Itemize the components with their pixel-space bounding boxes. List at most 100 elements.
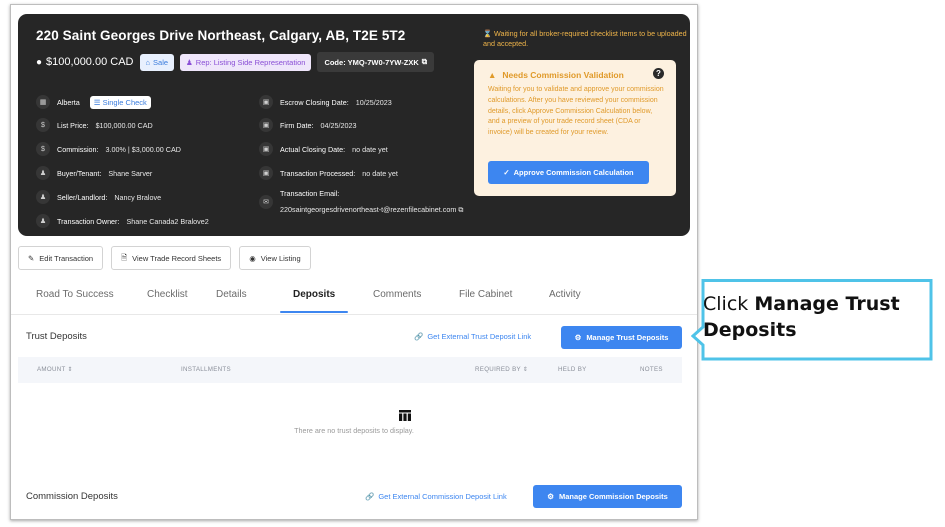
tab-details[interactable]: Details xyxy=(216,289,247,300)
commission-deposit-link[interactable]: 🔗 Get External Commission Deposit Link xyxy=(365,492,507,501)
person-icon: ♟ xyxy=(36,166,50,180)
info-actual-closing: ▣ Actual Closing Date: no date yet xyxy=(259,142,388,156)
state-label: Alberta xyxy=(57,97,80,107)
link-icon: 🔗 xyxy=(365,492,375,501)
check-icon: ✓ xyxy=(503,168,510,177)
info-owner: ♟ Transaction Owner: Shane Canada2 Bralo… xyxy=(36,214,209,228)
tab-road-to-success[interactable]: Road To Success xyxy=(36,289,114,300)
link-icon: 🔗 xyxy=(414,332,424,341)
col-held-by: HELD BY xyxy=(558,366,587,373)
info-email: ✉ Transaction Email: 220saintgeorgesdriv… xyxy=(259,189,463,215)
col-required-by[interactable]: REQUIRED BY ⇕ xyxy=(475,366,528,373)
commission-label: Commission: xyxy=(57,144,99,154)
hourglass-icon: ⌛ xyxy=(483,29,492,38)
calendar-icon: ▣ xyxy=(259,95,273,109)
view-trade-record-label: View Trade Record Sheets xyxy=(132,253,222,263)
trust-table-header: AMOUNT ⇕ INSTALLMENTS REQUIRED BY ⇕ HELD… xyxy=(18,357,682,383)
gear-icon: ⚙ xyxy=(547,492,554,501)
dollar-icon: $ xyxy=(36,118,50,132)
price-value: $100,000.00 CAD xyxy=(46,56,134,68)
rep-badge: ♟ Rep: Listing Side Representation xyxy=(180,53,312,71)
commission-deposits-title: Commission Deposits xyxy=(26,491,118,502)
processed-value: no date yet xyxy=(362,168,398,178)
info-state: ▦ Alberta ☰ Single Check xyxy=(36,95,151,109)
info-list-price: $ List Price: $100,000.00 CAD xyxy=(36,118,153,132)
email-row: 220saintgeorgesdrivenortheast-t@rezenfil… xyxy=(280,205,463,215)
seller-value: Nancy Bralove xyxy=(114,192,162,202)
code-badge: Code: YMQ-7W0-7YW-ZXK ⧉ xyxy=(317,52,435,72)
escrow-value: 10/25/2023 xyxy=(355,97,392,107)
info-seller: ♟ Seller/Landlord: Nancy Bralove xyxy=(36,190,161,204)
firm-value: 04/25/2023 xyxy=(320,120,357,130)
code-label: Code: YMQ-7W0-7YW-ZXK xyxy=(324,57,419,67)
manage-commission-deposits-button[interactable]: ⚙ Manage Commission Deposits xyxy=(533,485,682,508)
commission-deposit-link-label: Get External Commission Deposit Link xyxy=(378,492,507,501)
edit-transaction-button[interactable]: ✎ Edit Transaction xyxy=(18,246,104,270)
email-value: 220saintgeorgesdrivenortheast-t@rezenfil… xyxy=(280,205,457,214)
waiting-notice: ⌛ Waiting for all broker-required checkl… xyxy=(483,29,688,49)
tab-bar: Road To Success Checklist Details Deposi… xyxy=(11,284,697,315)
help-icon[interactable]: ? xyxy=(653,68,664,79)
sale-label: Sale xyxy=(153,57,169,67)
info-commission: $ Commission: 3.00% | $3,000.00 CAD xyxy=(36,142,181,156)
tag-icon: ● xyxy=(36,56,43,68)
dollar-icon: $ xyxy=(36,142,50,156)
col-amount[interactable]: AMOUNT ⇕ xyxy=(37,366,73,373)
list-price-label: List Price: xyxy=(57,120,89,130)
view-trade-record-button[interactable]: 🗎 View Trade Record Sheets xyxy=(111,246,232,270)
callout-text: Click Manage Trust Deposits xyxy=(703,291,931,343)
rep-label: Rep: Listing Side Representation xyxy=(195,57,306,67)
trust-deposit-link[interactable]: 🔗 Get External Trust Deposit Link xyxy=(414,332,531,341)
price-row: ● $100,000.00 CAD ⌂ Sale ♟ Rep: Listing … xyxy=(36,52,435,72)
sort-icon: ⇕ xyxy=(522,366,529,373)
actual-closing-value: no date yet xyxy=(352,144,388,154)
commission-validation-panel: ▲ Needs Commission Validation ? Waiting … xyxy=(474,60,676,196)
tab-activity[interactable]: Activity xyxy=(549,289,581,300)
owner-label: Transaction Owner: xyxy=(57,216,120,226)
tab-comments[interactable]: Comments xyxy=(373,289,421,300)
manage-trust-deposits-label: Manage Trust Deposits xyxy=(586,333,669,342)
calendar-icon: ▣ xyxy=(259,118,273,132)
gear-icon: ⚙ xyxy=(574,333,582,342)
single-check-label: Single Check xyxy=(102,97,147,107)
app-frame: 220 Saint Georges Drive Northeast, Calga… xyxy=(10,4,698,520)
empty-state-text: There are no trust deposits to display. xyxy=(294,426,414,435)
col-notes: NOTES xyxy=(640,366,663,373)
tab-deposits[interactable]: Deposits xyxy=(293,289,335,300)
copy-icon[interactable]: ⧉ xyxy=(458,205,463,214)
sale-badge: ⌂ Sale xyxy=(139,53,175,71)
document-icon: 🗎 xyxy=(121,252,128,262)
trust-deposits-title: Trust Deposits xyxy=(26,331,87,342)
single-check-badge: ☰ Single Check xyxy=(89,95,151,109)
manage-trust-deposits-button[interactable]: ⚙ Manage Trust Deposits xyxy=(561,326,682,349)
price: ● $100,000.00 CAD xyxy=(36,56,134,68)
col-amount-label: AMOUNT xyxy=(37,366,66,373)
approve-commission-button[interactable]: ✓ Approve Commission Calculation xyxy=(488,161,649,184)
view-listing-button[interactable]: ◉ View Listing xyxy=(239,246,311,270)
mail-icon: ✉ xyxy=(259,195,273,209)
tab-file-cabinet[interactable]: File Cabinet xyxy=(459,289,512,300)
transaction-header: 220 Saint Georges Drive Northeast, Calga… xyxy=(18,14,690,236)
info-firm-date: ▣ Firm Date: 04/25/2023 xyxy=(259,118,357,132)
waiting-text: Waiting for all broker-required checklis… xyxy=(483,29,687,48)
pencil-icon: ✎ xyxy=(28,253,35,263)
escrow-label: Escrow Closing Date: xyxy=(280,97,349,107)
page-title: 220 Saint Georges Drive Northeast, Calga… xyxy=(36,28,406,43)
eye-icon: ◉ xyxy=(249,253,256,263)
warning-icon: ▲ xyxy=(488,70,497,80)
buyer-value: Shane Sarver xyxy=(108,168,153,178)
tab-checklist[interactable]: Checklist xyxy=(147,289,188,300)
email-block: Transaction Email: 220saintgeorgesdriven… xyxy=(280,189,463,215)
cv-title-text: Needs Commission Validation xyxy=(502,70,624,80)
copy-icon[interactable]: ⧉ xyxy=(422,57,427,67)
cv-description: Waiting for you to validate and approve … xyxy=(488,86,664,137)
col-required-by-label: REQUIRED BY xyxy=(475,366,521,373)
building-icon: ▦ xyxy=(36,95,50,109)
instruction-callout: Click Manage Trust Deposits xyxy=(691,279,933,361)
actual-closing-label: Actual Closing Date: xyxy=(280,144,346,154)
col-installments: INSTALLMENTS xyxy=(181,366,231,373)
trust-deposit-link-label: Get External Trust Deposit Link xyxy=(427,332,532,341)
firm-label: Firm Date: xyxy=(280,120,314,130)
person-icon: ♟ xyxy=(186,57,193,67)
manage-commission-deposits-label: Manage Commission Deposits xyxy=(558,492,668,501)
